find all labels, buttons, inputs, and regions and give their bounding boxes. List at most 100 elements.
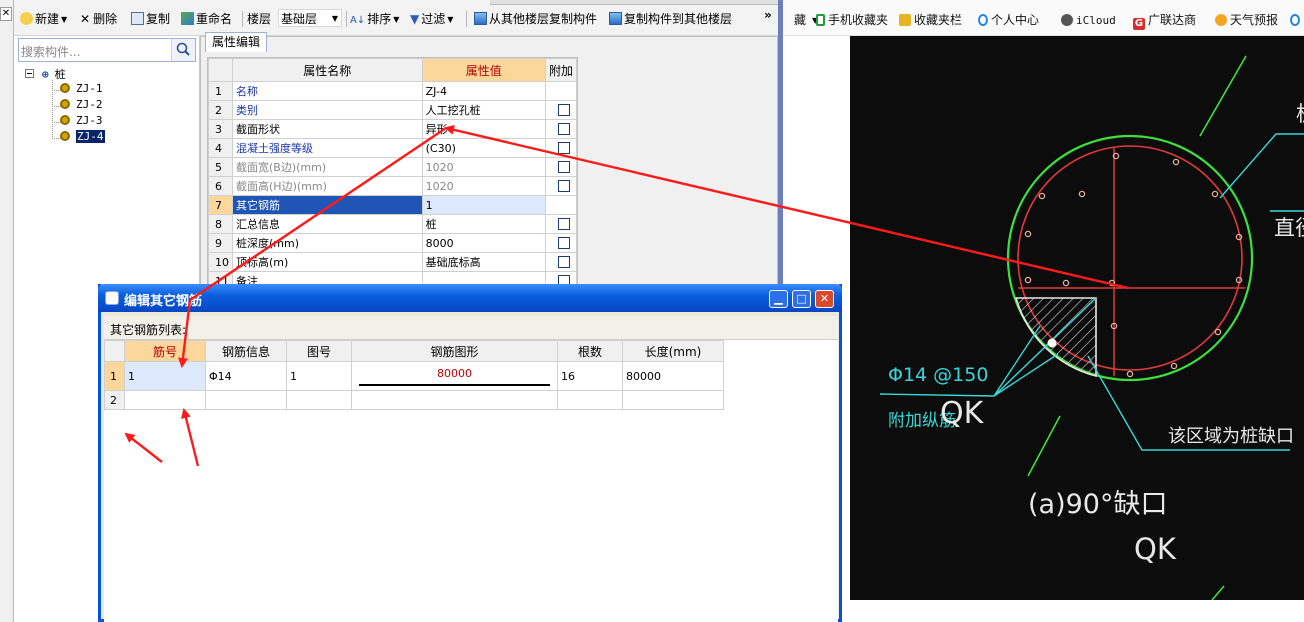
property-value[interactable]: 1020 <box>421 157 546 177</box>
property-row[interactable]: 5 截面宽(B边)(mm) 1020 <box>208 157 577 177</box>
property-row[interactable]: 9 桩深度(mm) 8000 <box>208 233 577 253</box>
property-value[interactable]: 异形 <box>421 119 546 139</box>
property-value[interactable]: 人工挖孔桩 <box>421 100 546 120</box>
extra-checkbox[interactable] <box>557 160 570 173</box>
property-value[interactable]: (C30) <box>421 138 546 158</box>
toolbar-separator <box>346 11 347 27</box>
pile-icon: ⊕ <box>42 68 49 81</box>
row-number: 1 <box>208 81 233 101</box>
left-edge-strip: ✕ <box>0 0 14 622</box>
count-cell[interactable] <box>557 390 623 410</box>
bar-shape-value[interactable]: 80000 <box>355 367 554 380</box>
bar-shape-cell[interactable]: 80000 <box>351 361 558 391</box>
property-extra <box>544 157 577 177</box>
apple-icon <box>1061 14 1073 26</box>
row-number: 5 <box>208 157 233 177</box>
new-button[interactable]: 新建 ▼ <box>20 10 67 28</box>
dialog-title: 编辑其它钢筋 <box>124 294 203 309</box>
toolbar-separator <box>242 11 243 27</box>
row-number: 1 <box>104 361 125 391</box>
delete-button[interactable]: ✕ 删除 <box>80 10 117 28</box>
sort-button[interactable]: A↓ 排序 ▼ <box>350 10 399 28</box>
bookmark-item[interactable]: 手机收藏夹 <box>816 12 888 28</box>
length-cell[interactable]: 80000 <box>622 361 724 391</box>
tab-property-edit[interactable]: 属性编辑 <box>205 32 267 52</box>
property-value[interactable]: 1020 <box>421 176 546 196</box>
property-value[interactable]: 8000 <box>421 233 546 253</box>
extra-checkbox[interactable] <box>557 217 570 230</box>
property-row[interactable]: 3 截面形状 异形 <box>208 119 577 139</box>
bar-shape-line <box>359 383 550 386</box>
copy-from-floor-button[interactable]: 从其他楼层复制构件 <box>474 10 597 28</box>
rebar-row[interactable]: 1 1 Φ14 1 80000 16 80000 <box>104 361 724 391</box>
property-name: 桩深度(mm) <box>232 233 423 253</box>
chevron-down-icon: ▼ <box>447 15 454 24</box>
extra-checkbox[interactable] <box>557 103 570 116</box>
rebar-list-label-bar: 其它钢筋列表: <box>104 316 838 340</box>
property-row[interactable]: 8 汇总信息桩 <box>208 214 577 234</box>
column-header-extra: 附加 <box>544 58 577 82</box>
property-value[interactable]: 1 <box>421 195 546 215</box>
chevron-down-icon: ▼ <box>393 15 400 24</box>
qk-label: QK <box>940 396 984 431</box>
figure-no-cell[interactable] <box>286 390 352 410</box>
bar-no-cell[interactable]: 1 <box>124 361 206 391</box>
rename-icon <box>181 12 194 25</box>
property-row[interactable]: 4 混凝土强度等级 (C30) <box>208 138 577 158</box>
property-row[interactable]: 6 截面高(H边)(mm) 1020 <box>208 176 577 196</box>
filter-button[interactable]: ▼ 过滤 ▼ <box>410 10 453 28</box>
tree-item-selected[interactable]: ZJ-4 <box>60 130 105 143</box>
dialog-title-bar[interactable]: 编辑其它钢筋 ▁ □ ✕ <box>98 284 842 312</box>
phone-icon <box>816 14 825 26</box>
bookmark-fragment[interactable]: 藏 ▼ <box>794 12 818 28</box>
extra-checkbox[interactable] <box>557 122 570 135</box>
rebar-row[interactable]: 2 <box>104 390 724 410</box>
column-header-length: 长度(mm) <box>622 340 724 362</box>
extra-checkbox[interactable] <box>557 179 570 192</box>
property-row[interactable]: 10 顶标高(m) 基础底标高 <box>208 252 577 272</box>
bookmark-item[interactable]: iCloud <box>1061 12 1116 28</box>
extra-checkbox[interactable] <box>557 255 570 268</box>
copy-button[interactable]: 复制 <box>131 10 170 28</box>
toolbar-overflow-button[interactable]: » <box>764 6 772 24</box>
property-value[interactable]: ZJ-4 <box>421 81 546 101</box>
close-icon[interactable]: ✕ <box>815 290 834 308</box>
copy-to-floor-button[interactable]: 复制构件到其他楼层 <box>609 10 732 28</box>
rename-button[interactable]: 重命名 <box>181 10 232 28</box>
property-value[interactable]: 基础底标高 <box>421 252 546 272</box>
property-row[interactable]: 1 名称 ZJ-4 <box>208 81 577 101</box>
figure-no-cell[interactable]: 1 <box>286 361 352 391</box>
search-icon[interactable] <box>171 39 195 61</box>
minimize-icon[interactable]: ▁ <box>769 290 788 308</box>
diameter-label: 直径 <box>1274 216 1304 240</box>
bookmark-item[interactable]: 天气预报 <box>1215 12 1278 28</box>
extra-checkbox[interactable] <box>557 236 570 249</box>
tree-item[interactable]: ZJ-3 <box>60 114 103 127</box>
bar-no-cell[interactable] <box>124 390 206 410</box>
property-value[interactable]: 桩 <box>421 214 546 234</box>
length-cell[interactable] <box>622 390 724 410</box>
count-cell[interactable]: 16 <box>557 361 623 391</box>
bookmark-item[interactable]: G 广联达商 <box>1133 12 1196 30</box>
tree-item[interactable]: ZJ-1 <box>60 82 103 95</box>
bar-info-cell[interactable]: Φ14 <box>205 361 287 391</box>
property-name: 其它钢筋 <box>232 195 423 215</box>
search-input[interactable]: 搜索构件... <box>18 38 196 62</box>
tree-root[interactable]: ⊕ 桩 <box>42 66 66 82</box>
floor-select[interactable]: 基础层 ▼ <box>278 9 342 27</box>
bar-shape-cell[interactable] <box>351 390 558 410</box>
column-header-name: 属性名称 <box>232 58 423 82</box>
property-row-selected[interactable]: 7 其它钢筋 1 <box>208 195 577 215</box>
property-name: 类别 <box>232 100 423 120</box>
property-row[interactable]: 2 类别 人工挖孔桩 <box>208 100 577 120</box>
row-number: 2 <box>208 100 233 120</box>
gear-icon <box>60 131 70 141</box>
bookmark-item-partial[interactable] <box>1290 12 1303 28</box>
bookmark-item[interactable]: 个人中心 <box>978 12 1039 28</box>
close-icon[interactable]: ✕ <box>0 7 12 21</box>
bookmark-item[interactable]: 收藏夹栏 <box>899 12 962 28</box>
extra-checkbox[interactable] <box>557 141 570 154</box>
maximize-icon[interactable]: □ <box>792 290 811 308</box>
tree-item[interactable]: ZJ-2 <box>60 98 103 111</box>
bar-info-cell[interactable] <box>205 390 287 410</box>
